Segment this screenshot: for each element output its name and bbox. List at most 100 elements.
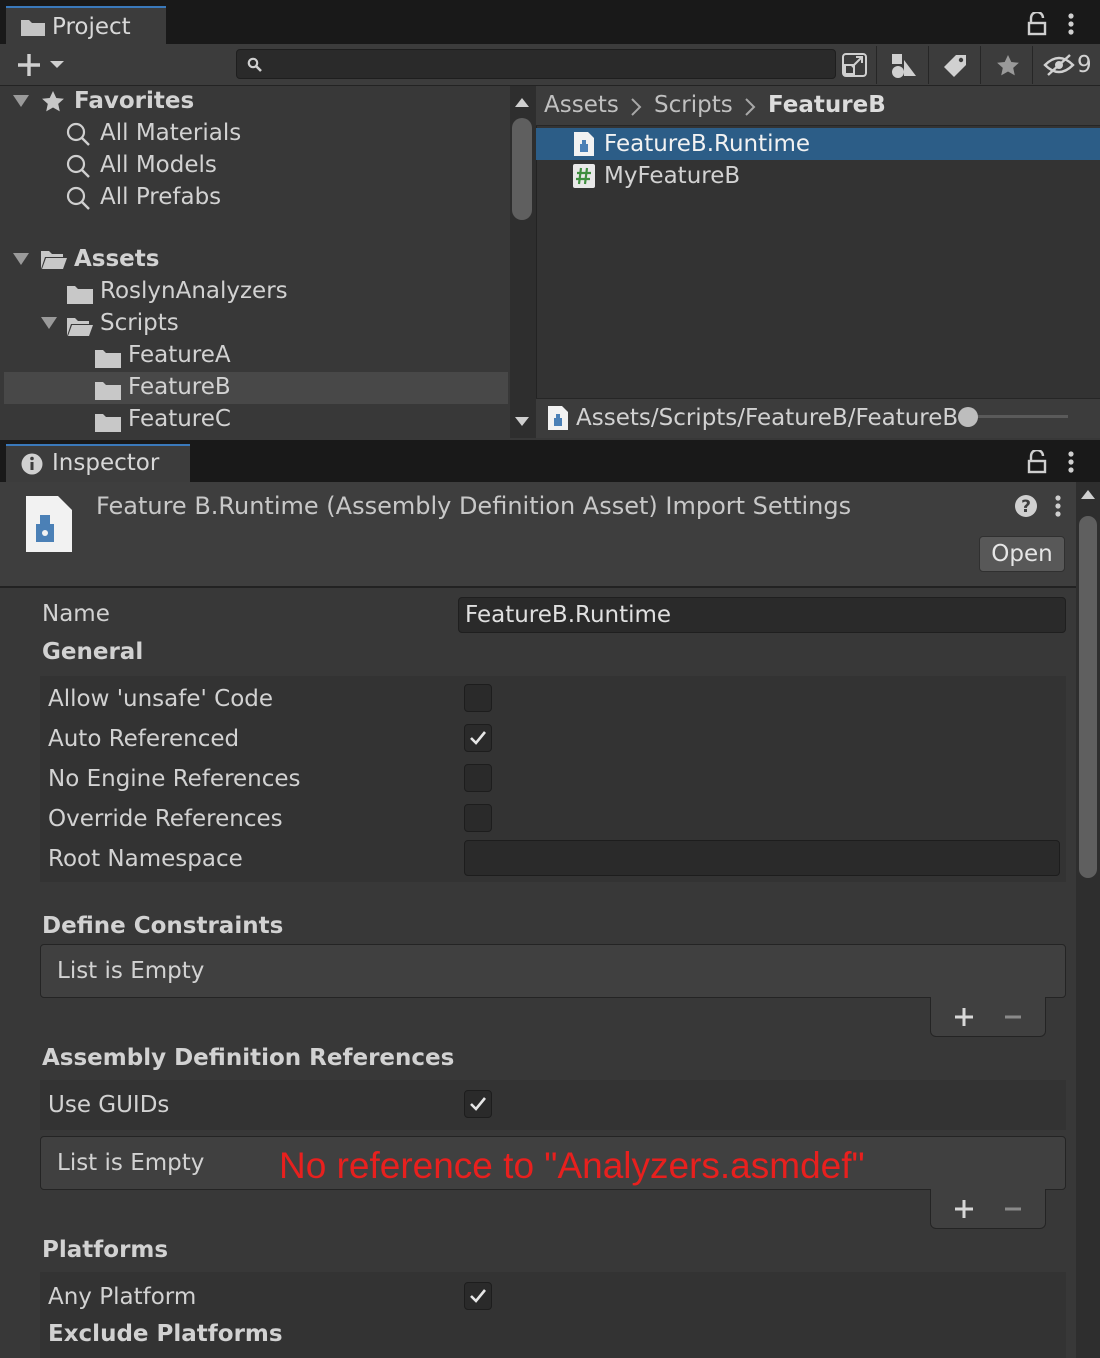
name-value: FeatureB.Runtime: [465, 601, 672, 628]
section-general: General: [42, 639, 144, 665]
use-guids-row: [40, 1080, 1066, 1130]
use-guids-checkbox[interactable]: [464, 1090, 492, 1118]
hidden-packages-button[interactable]: 9: [1032, 46, 1100, 84]
section-platforms: Platforms: [42, 1237, 169, 1263]
kebab-menu-icon[interactable]: [1064, 12, 1078, 36]
collapse-arrow-icon[interactable]: [12, 251, 30, 267]
override-references-label: Override References: [48, 806, 283, 832]
favorite-item[interactable]: All Materials: [66, 120, 366, 148]
list-empty-label: List is Empty: [57, 958, 205, 984]
search-icon: [66, 122, 90, 146]
tree-item-label: FeatureB: [128, 374, 231, 400]
add-icon[interactable]: [953, 1198, 975, 1220]
lock-icon[interactable]: [1026, 12, 1048, 36]
file-list-item[interactable]: FeatureB.Runtime: [536, 128, 1100, 160]
tree-scroll-thumb[interactable]: [512, 118, 532, 220]
assembly-definition-icon: [26, 496, 72, 552]
file-list-item[interactable]: MyFeatureB: [536, 160, 1100, 192]
open-folder-icon: [41, 251, 67, 269]
no-engine-references-checkbox[interactable]: [464, 764, 492, 792]
kebab-menu-icon[interactable]: [1064, 450, 1078, 474]
tree-item-roslyn-analyzers[interactable]: RoslynAnalyzers: [66, 280, 366, 308]
favorite-item[interactable]: All Prefabs: [66, 184, 366, 212]
section-define-constraints: Define Constraints: [42, 913, 284, 939]
breadcrumb-item-assets[interactable]: Assets: [544, 94, 619, 117]
filter-by-label-button[interactable]: [928, 46, 980, 84]
tree-item-label: FeatureA: [128, 342, 231, 368]
assembly-definition-icon: [574, 132, 594, 156]
name-field[interactable]: FeatureB.Runtime: [458, 597, 1066, 633]
search-icon: [66, 186, 90, 210]
assets-label[interactable]: Assets: [74, 248, 159, 271]
search-icon: [247, 57, 262, 72]
tree-item-feature-a[interactable]: FeatureA: [94, 344, 394, 372]
tree-item-scripts[interactable]: Scripts: [66, 312, 366, 340]
exclude-platforms-label: Exclude Platforms: [48, 1321, 283, 1347]
shapes-icon: [892, 54, 916, 78]
help-icon[interactable]: ?: [1014, 494, 1038, 518]
scroll-up-arrow-icon[interactable]: [514, 96, 530, 108]
breadcrumb-item-scripts[interactable]: Scripts: [654, 94, 733, 117]
icon-size-slider-handle[interactable]: [958, 407, 978, 427]
override-references-checkbox[interactable]: [464, 804, 492, 832]
filter-by-type-button[interactable]: [876, 46, 928, 84]
tab-project[interactable]: Project: [6, 6, 166, 44]
remove-icon[interactable]: [1003, 1006, 1023, 1028]
tree-item-feature-c[interactable]: FeatureC: [94, 408, 394, 436]
create-dropdown-icon[interactable]: [16, 52, 68, 78]
asmdef-references-footer: [930, 1189, 1046, 1229]
save-search-button[interactable]: [980, 46, 1032, 84]
annotation-note: No reference to "Analyzers.asmdef": [279, 1145, 865, 1186]
collapse-arrow-icon[interactable]: [40, 315, 58, 331]
breadcrumb-item-featureb[interactable]: FeatureB: [768, 94, 886, 117]
svg-text:?: ?: [1021, 497, 1031, 517]
search-window-icon[interactable]: [841, 52, 869, 78]
star-icon: [42, 91, 64, 112]
search-input[interactable]: [236, 49, 836, 79]
list-empty-label: List is Empty: [57, 1150, 205, 1176]
hidden-count: 9: [1077, 52, 1092, 78]
file-name: FeatureB.Runtime: [604, 131, 811, 157]
open-button[interactable]: Open: [979, 536, 1065, 572]
breadcrumb: Assets Scripts FeatureB: [536, 86, 1100, 126]
root-namespace-label: Root Namespace: [48, 846, 243, 872]
remove-icon[interactable]: [1003, 1198, 1023, 1220]
allow-unsafe-label: Allow 'unsafe' Code: [48, 686, 274, 712]
lock-icon[interactable]: [1026, 450, 1048, 474]
add-icon[interactable]: [953, 1006, 975, 1028]
use-guids-label: Use GUIDs: [48, 1092, 170, 1118]
tree-item-label: RoslynAnalyzers: [100, 278, 288, 304]
tag-icon: [944, 55, 966, 77]
status-bar: Assets/Scripts/FeatureB/FeatureB: [536, 398, 1100, 438]
info-icon: [21, 453, 43, 475]
name-label: Name: [42, 601, 110, 627]
collapse-arrow-icon[interactable]: [12, 93, 30, 109]
favorite-item[interactable]: All Models: [66, 152, 366, 180]
scroll-up-arrow-icon[interactable]: [1080, 488, 1096, 500]
csharp-script-icon: [573, 164, 595, 188]
chevron-right-icon: [631, 98, 642, 116]
favorites-label[interactable]: Favorites: [74, 90, 194, 113]
allow-unsafe-checkbox[interactable]: [464, 684, 492, 712]
any-platform-checkbox[interactable]: [464, 1282, 492, 1310]
any-platform-label: Any Platform: [48, 1284, 197, 1310]
tree-item-feature-b[interactable]: FeatureB: [94, 376, 394, 404]
tab-label: Inspector: [52, 450, 160, 476]
section-asmdef-references: Assembly Definition References: [42, 1045, 455, 1071]
icon-size-slider[interactable]: [968, 415, 1068, 418]
folder-icon: [95, 350, 121, 368]
kebab-menu-icon[interactable]: [1051, 494, 1065, 518]
define-constraints-footer: [930, 997, 1046, 1037]
favorite-item-label: All Prefabs: [100, 184, 222, 210]
tab-label: Project: [52, 14, 131, 40]
inspector-scroll-thumb[interactable]: [1079, 516, 1097, 878]
file-name: MyFeatureB: [604, 163, 741, 189]
scroll-down-arrow-icon[interactable]: [514, 416, 530, 428]
auto-referenced-checkbox[interactable]: [464, 724, 492, 752]
favorite-item-label: All Models: [100, 152, 217, 178]
tab-inspector[interactable]: Inspector: [6, 444, 190, 482]
asmdef-references-list: List is Empty No reference to "Analyzers…: [40, 1136, 1066, 1190]
root-namespace-field[interactable]: [464, 840, 1060, 876]
search-icon: [66, 154, 90, 178]
checkmark-icon: [470, 731, 487, 745]
